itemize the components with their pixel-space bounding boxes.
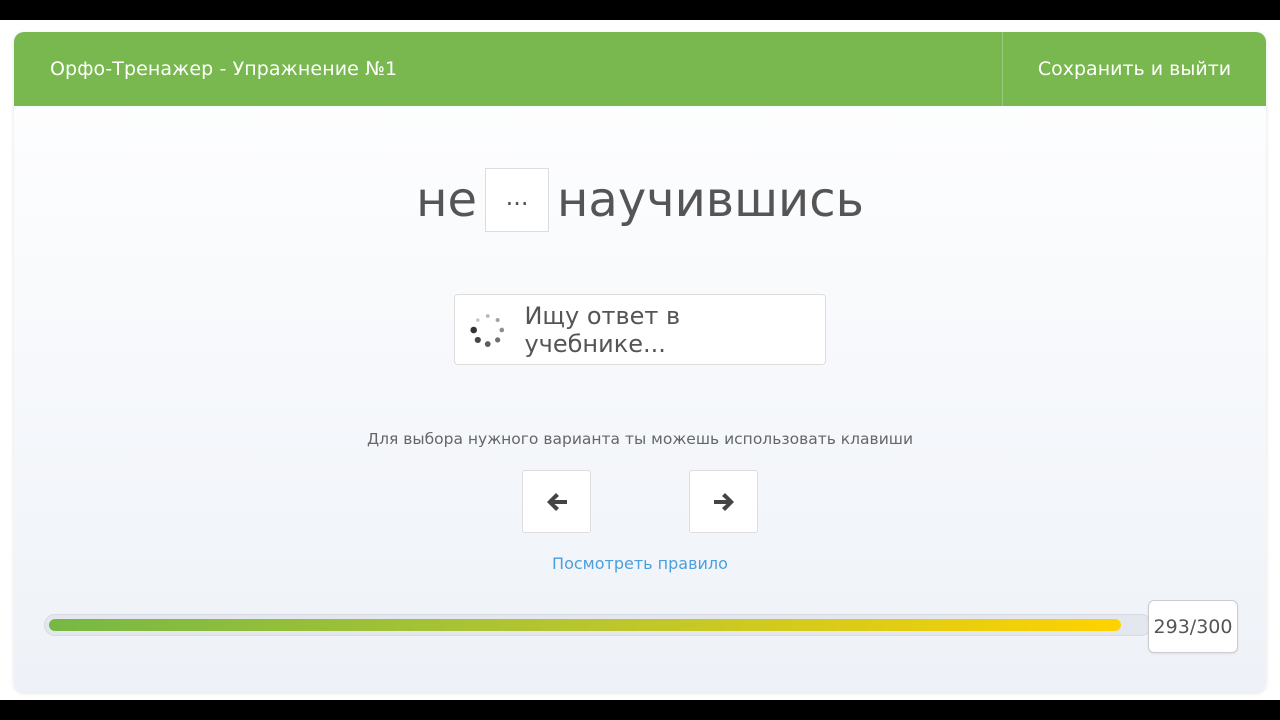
answer-option-label: Ищу ответ в учебнике...: [524, 301, 681, 358]
view-rule-link-label: Посмотреть правило: [552, 554, 728, 573]
arrow-right-key-button[interactable]: [689, 470, 758, 533]
header: Орфо-Тренажер - Упражнение №1 Сохранить …: [14, 32, 1266, 106]
word-prefix: не: [416, 172, 478, 228]
loading-spinner-icon: [470, 313, 505, 347]
arrow-left-key-button[interactable]: [522, 470, 591, 533]
arrow-right-icon: [713, 492, 734, 511]
progress-bar: [44, 614, 1152, 636]
save-and-exit-button[interactable]: Сохранить и выйти: [1003, 32, 1266, 106]
answer-option-button[interactable]: Ищу ответ в учебнике...: [454, 294, 826, 365]
page-title: Орфо-Тренажер - Упражнение №1: [50, 58, 398, 80]
trainer-card: Орфо-Тренажер - Упражнение №1 Сохранить …: [14, 32, 1266, 692]
progress-fill: [49, 619, 1122, 631]
keyboard-hint: Для выбора нужного варианта ты можешь ис…: [366, 430, 914, 448]
exercise-word: не ... научившись: [14, 168, 1266, 232]
answer-gap: ...: [485, 168, 550, 232]
arrow-left-icon: [546, 492, 567, 511]
progress-counter: 293/300: [1148, 600, 1238, 653]
screen: Орфо-Тренажер - Упражнение №1 Сохранить …: [0, 20, 1280, 700]
view-rule-link[interactable]: Посмотреть правило: [14, 554, 1266, 573]
word-suffix: научившись: [557, 172, 864, 228]
